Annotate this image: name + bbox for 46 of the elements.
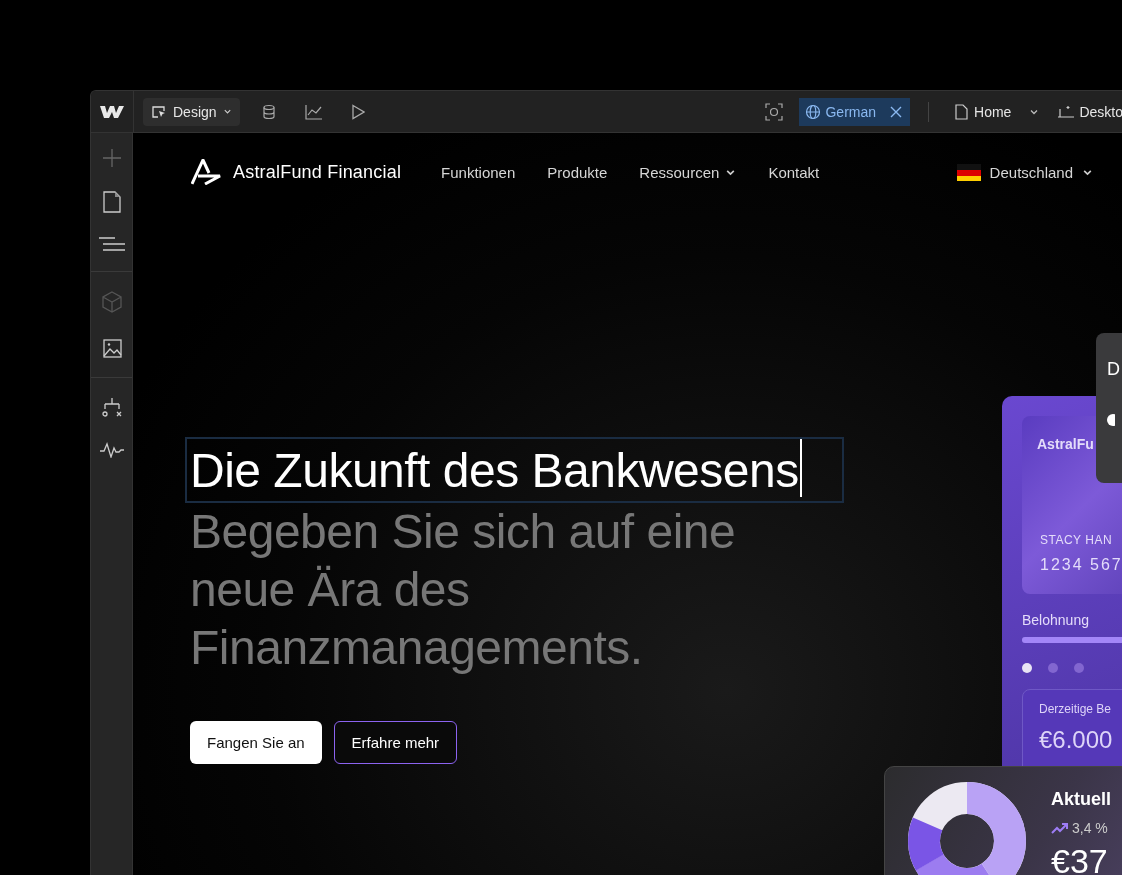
database-icon[interactable]: [260, 103, 277, 120]
trend-up-icon: [1051, 822, 1069, 834]
percent-change: 3,4 %: [1072, 820, 1108, 836]
cardholder-name: STACY HAN: [1040, 533, 1114, 547]
logo-icon[interactable]: [100, 104, 124, 119]
desktop-icon: [1057, 104, 1076, 119]
activity-icon[interactable]: [99, 442, 124, 458]
preview-focus-icon[interactable]: [765, 102, 784, 121]
carousel-dot[interactable]: [1022, 663, 1032, 673]
balance-label: Derzeitige Be: [1039, 702, 1113, 716]
close-icon[interactable]: [882, 97, 911, 126]
page-icon[interactable]: [102, 191, 121, 213]
play-icon[interactable]: [350, 103, 365, 120]
region-selector[interactable]: Deutschland: [956, 163, 1093, 181]
design-mode-button[interactable]: Design: [143, 97, 240, 126]
hero-subheading: Begeben Sie sich auf eine neue Ära des Finanzmanagements.: [189, 504, 737, 676]
carousel-dot[interactable]: [1048, 663, 1058, 673]
logic-flow-icon[interactable]: [100, 397, 123, 419]
learn-more-button[interactable]: Erfahre mehr: [333, 721, 458, 764]
carousel-dot[interactable]: [1074, 663, 1084, 673]
page-selector[interactable]: Home: [974, 103, 1012, 120]
card-brand: AstralFu: [1037, 436, 1095, 452]
balance-amount: €6.000: [1039, 726, 1114, 754]
brand-logo-icon[interactable]: [191, 159, 221, 185]
nav-link[interactable]: Ressourcen: [639, 163, 737, 181]
cursor-select-icon: [151, 103, 167, 120]
portfolio-title: Aktuell: [1051, 789, 1111, 810]
brand-name[interactable]: AstralFund Financial: [233, 161, 402, 183]
card-number: 1234 567: [1040, 556, 1122, 574]
popup-title: D: [1107, 359, 1121, 380]
get-started-button[interactable]: Fangen Sie an: [190, 721, 322, 764]
globe-icon: [805, 103, 822, 120]
chevron-down-icon: [222, 107, 232, 116]
portfolio-value: €37: [1051, 842, 1109, 875]
line-chart-icon[interactable]: [304, 103, 323, 120]
page-icon: [955, 103, 969, 120]
navigator-lines-icon[interactable]: [98, 236, 125, 252]
nav-link[interactable]: Kontakt: [768, 163, 820, 181]
nav-link[interactable]: Funktionen: [441, 163, 516, 181]
locale-chip[interactable]: German: [799, 97, 883, 126]
hero-heading[interactable]: Die Zukunft des Bankwesens: [185, 437, 844, 503]
german-flag-icon: [956, 163, 981, 181]
reward-label: Belohnung: [1022, 612, 1090, 628]
nav-link[interactable]: Produkte: [547, 163, 608, 181]
breakpoint-label[interactable]: Deskto: [1079, 103, 1122, 120]
image-icon[interactable]: [100, 336, 123, 358]
